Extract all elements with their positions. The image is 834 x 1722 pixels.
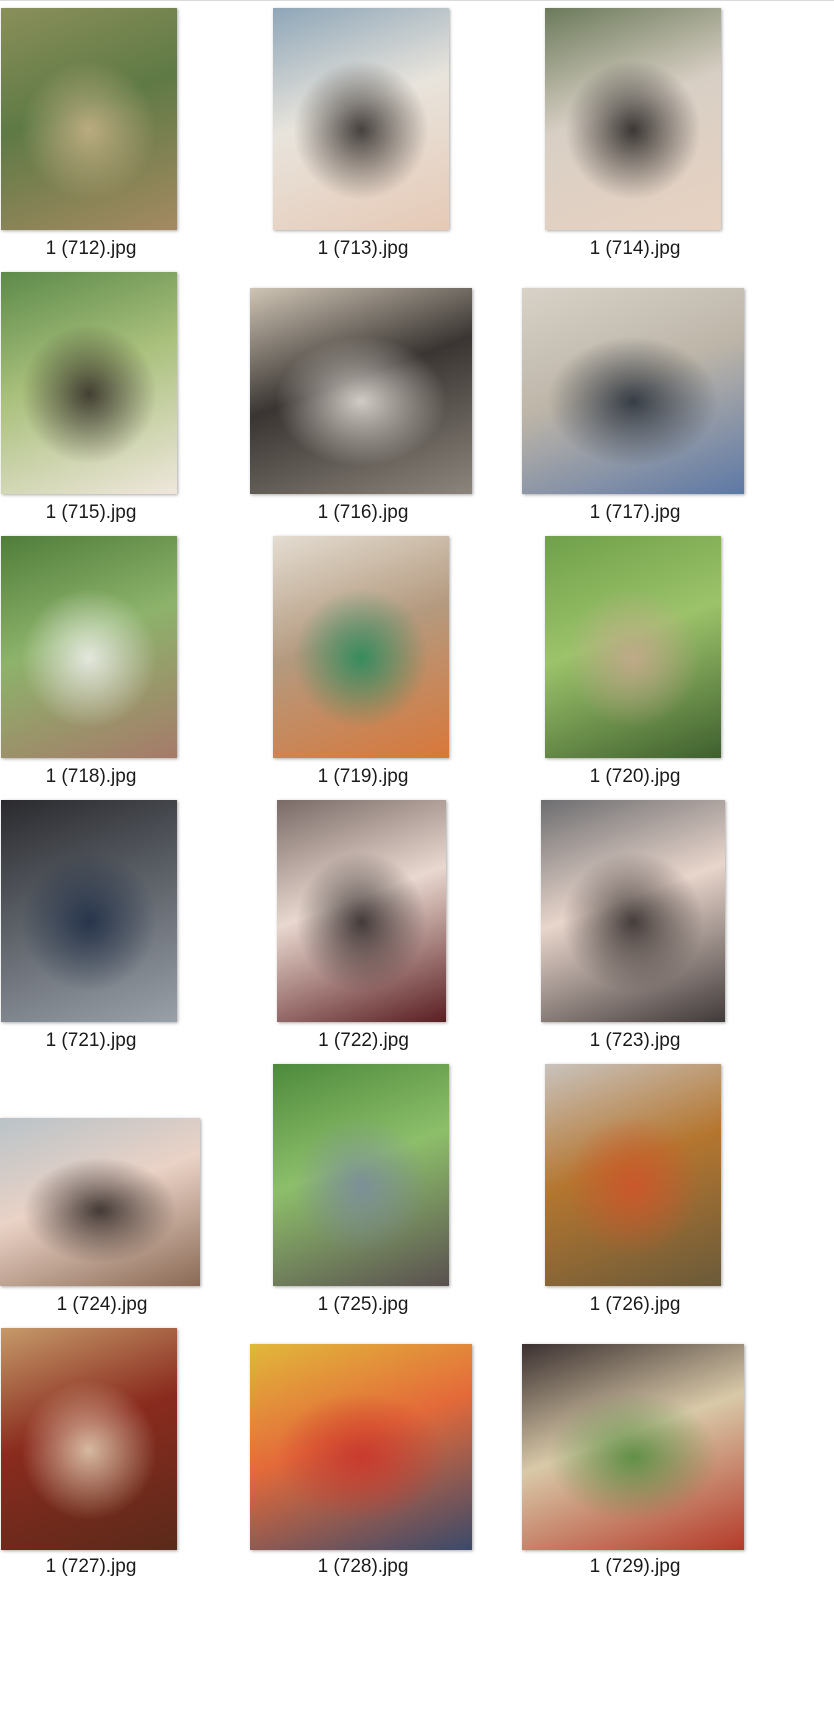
file-item[interactable]: 1 (724).jpg xyxy=(0,1056,299,1346)
file-name-label[interactable]: 1 (723).jpg xyxy=(535,1030,735,1052)
file-name-label[interactable]: 1 (717).jpg xyxy=(535,502,735,524)
file-item[interactable]: 1 (718).jpg xyxy=(0,528,299,818)
file-item[interactable]: 1 (726).jpg xyxy=(544,1056,834,1346)
car-ceiling-screen-photo-icon[interactable] xyxy=(522,288,744,494)
roast-goose-photo-icon[interactable] xyxy=(1,1328,177,1550)
file-item[interactable]: 1 (714).jpg xyxy=(544,0,834,290)
file-item[interactable]: 1 (712).jpg xyxy=(0,0,299,290)
file-item[interactable]: 1 (725).jpg xyxy=(272,1056,571,1346)
file-name-label[interactable]: 1 (713).jpg xyxy=(263,238,463,260)
file-item[interactable]: 1 (720).jpg xyxy=(544,528,834,818)
file-name-label[interactable]: 1 (729).jpg xyxy=(535,1556,735,1578)
file-item[interactable]: 1 (729).jpg xyxy=(522,1320,834,1610)
woman-car-selfie-photo-icon[interactable] xyxy=(277,800,446,1022)
woman-portrait-park-photo-icon[interactable] xyxy=(1,272,177,494)
seafood-table-photo-icon[interactable] xyxy=(545,1064,721,1286)
two-women-selfie-photo-icon[interactable] xyxy=(545,8,721,230)
file-name-label[interactable]: 1 (721).jpg xyxy=(0,1030,191,1052)
couple-selfie-photo-icon[interactable] xyxy=(273,8,449,230)
file-item[interactable]: 1 (721).jpg xyxy=(0,792,299,1082)
street-trees-photo-icon[interactable] xyxy=(273,1064,449,1286)
file-name-label[interactable]: 1 (725).jpg xyxy=(263,1294,463,1316)
file-name-label[interactable]: 1 (722).jpg xyxy=(264,1030,464,1052)
file-name-label[interactable]: 1 (720).jpg xyxy=(535,766,735,788)
dinner-dishes-photo-icon[interactable] xyxy=(522,1344,744,1550)
file-name-label[interactable]: 1 (726).jpg xyxy=(535,1294,735,1316)
file-name-label[interactable]: 1 (712).jpg xyxy=(0,238,191,260)
car-interior-legs-photo-icon[interactable] xyxy=(250,288,472,494)
file-name-label[interactable]: 1 (728).jpg xyxy=(263,1556,463,1578)
mahjong-room-photo-icon[interactable] xyxy=(273,536,449,758)
file-item[interactable]: 1 (723).jpg xyxy=(541,792,834,1082)
file-name-label[interactable]: 1 (714).jpg xyxy=(535,238,735,260)
file-item[interactable]: 1 (722).jpg xyxy=(272,792,571,1082)
file-item[interactable]: 1 (713).jpg xyxy=(272,0,571,290)
tree-building-photo-icon[interactable] xyxy=(545,536,721,758)
file-name-label[interactable]: 1 (727).jpg xyxy=(0,1556,191,1578)
car-dashboard-photo-icon[interactable] xyxy=(1,800,177,1022)
file-name-label[interactable]: 1 (715).jpg xyxy=(0,502,191,524)
file-item[interactable]: 1 (717).jpg xyxy=(522,264,834,554)
file-thumbnail-grid: 1 (712).jpg 1 (713).jpg 1 (714).jpg 1 (715)… xyxy=(0,0,834,1722)
fruit-platter-photo-icon[interactable] xyxy=(250,1344,472,1550)
two-women-beach-photo-icon[interactable] xyxy=(0,1118,200,1286)
white-van-photo-icon[interactable] xyxy=(1,536,177,758)
file-name-label[interactable]: 1 (719).jpg xyxy=(263,766,463,788)
file-name-label[interactable]: 1 (716).jpg xyxy=(263,502,463,524)
file-name-label[interactable]: 1 (718).jpg xyxy=(0,766,191,788)
file-name-label[interactable]: 1 (724).jpg xyxy=(2,1294,202,1316)
file-item[interactable]: 1 (719).jpg xyxy=(272,528,571,818)
meerkats-photo-icon[interactable] xyxy=(1,8,177,230)
woman-car-portrait-photo-icon[interactable] xyxy=(541,800,725,1022)
